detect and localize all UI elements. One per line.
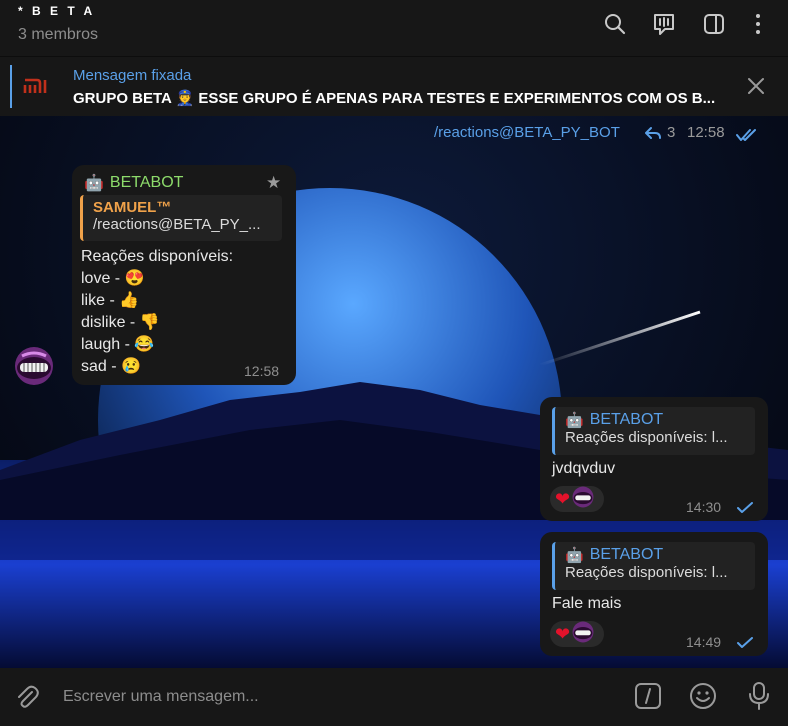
reply-text: Reações disponíveis: l... — [565, 564, 728, 581]
message-time: 14:49 — [686, 634, 722, 650]
search-icon[interactable] — [601, 10, 629, 38]
message-line: Reações disponíveis: — [81, 248, 234, 265]
message-text: Fale mais — [552, 595, 622, 612]
reply-preview[interactable]: 🤖 BETABOT Reações disponíveis: l... — [552, 542, 755, 590]
avatar — [572, 621, 594, 648]
reaction-chip[interactable]: ❤ — [550, 486, 604, 512]
voice-chat-icon[interactable] — [650, 10, 678, 38]
pinned-message-bar[interactable]: Mensagem fixada GRUPO BETA 👮 ESSE GRUPO … — [0, 56, 788, 116]
star-icon[interactable]: ★ — [266, 173, 281, 193]
heart-icon: ❤ — [555, 623, 571, 644]
bot-commands-icon[interactable] — [634, 682, 662, 715]
close-icon[interactable] — [746, 76, 766, 101]
avatar[interactable] — [14, 346, 54, 391]
robot-icon: 🤖 — [84, 175, 104, 192]
pinned-text: GRUPO BETA 👮 ESSE GRUPO É APENAS PARA TE… — [73, 90, 716, 107]
check-icon — [737, 636, 753, 654]
heart-icon: ❤ — [555, 488, 571, 509]
reply-sender: SAMUEL™ — [93, 199, 172, 216]
reply-sender: BETABOT — [589, 411, 664, 428]
bot-message-bubble[interactable]: 🤖 BETABOT ★ SAMUEL™ /reactions@BETA_PY_.… — [72, 165, 296, 385]
microphone-icon[interactable] — [746, 681, 772, 716]
message-input[interactable]: Escrever uma mensagem... — [63, 688, 259, 706]
more-options-icon[interactable] — [744, 10, 772, 38]
attach-icon[interactable] — [14, 684, 40, 715]
message-line: like - 👍 — [81, 292, 140, 309]
reply-text: /reactions@BETA_PY_... — [93, 216, 261, 233]
message-line: laugh - 😂 — [81, 336, 155, 353]
reply-sender: BETABOT — [589, 546, 664, 563]
chat-header: * B E T A 3 membros — [0, 0, 788, 56]
message-line: sad - 😢 — [81, 358, 141, 375]
reaction-chip[interactable]: ❤ — [550, 621, 604, 647]
double-check-icon — [736, 128, 758, 146]
avatar — [572, 486, 594, 513]
robot-icon: 🤖 — [565, 412, 584, 429]
reply-preview[interactable]: SAMUEL™ /reactions@BETA_PY_... — [80, 195, 282, 241]
sender-name[interactable]: BETABOT — [110, 174, 184, 192]
chat-title[interactable]: * B E T A — [18, 4, 95, 18]
member-count[interactable]: 3 membros — [18, 26, 98, 44]
reply-count[interactable]: 3 — [667, 124, 675, 141]
message-line: love - 😍 — [81, 270, 145, 287]
outgoing-message-bubble[interactable]: 🤖 BETABOT Reações disponíveis: l... jvdq… — [540, 397, 768, 521]
emoji-icon[interactable] — [689, 682, 717, 715]
reply-arrow-icon[interactable] — [645, 126, 661, 144]
xiaomi-logo-icon — [22, 75, 56, 97]
check-icon — [737, 501, 753, 519]
message-time: 12:58 — [687, 124, 725, 141]
outgoing-message-bubble[interactable]: 🤖 BETABOT Reações disponíveis: l... Fale… — [540, 532, 768, 656]
pinned-accent-line — [10, 65, 12, 108]
message-composer: Escrever uma mensagem... — [0, 668, 788, 726]
message-text[interactable]: /reactions@BETA_PY_BOT — [434, 124, 620, 141]
reply-preview[interactable]: 🤖 BETABOT Reações disponíveis: l... — [552, 407, 755, 455]
pinned-label: Mensagem fixada — [73, 67, 192, 84]
message-line: dislike - 👎 — [81, 314, 160, 331]
message-time: 14:30 — [686, 499, 722, 515]
reply-text: Reações disponíveis: l... — [565, 429, 728, 446]
sidebar-toggle-icon[interactable] — [700, 10, 728, 38]
robot-icon: 🤖 — [565, 547, 584, 564]
message-time: 12:58 — [244, 363, 280, 379]
message-text: jvdqvduv — [552, 460, 616, 477]
